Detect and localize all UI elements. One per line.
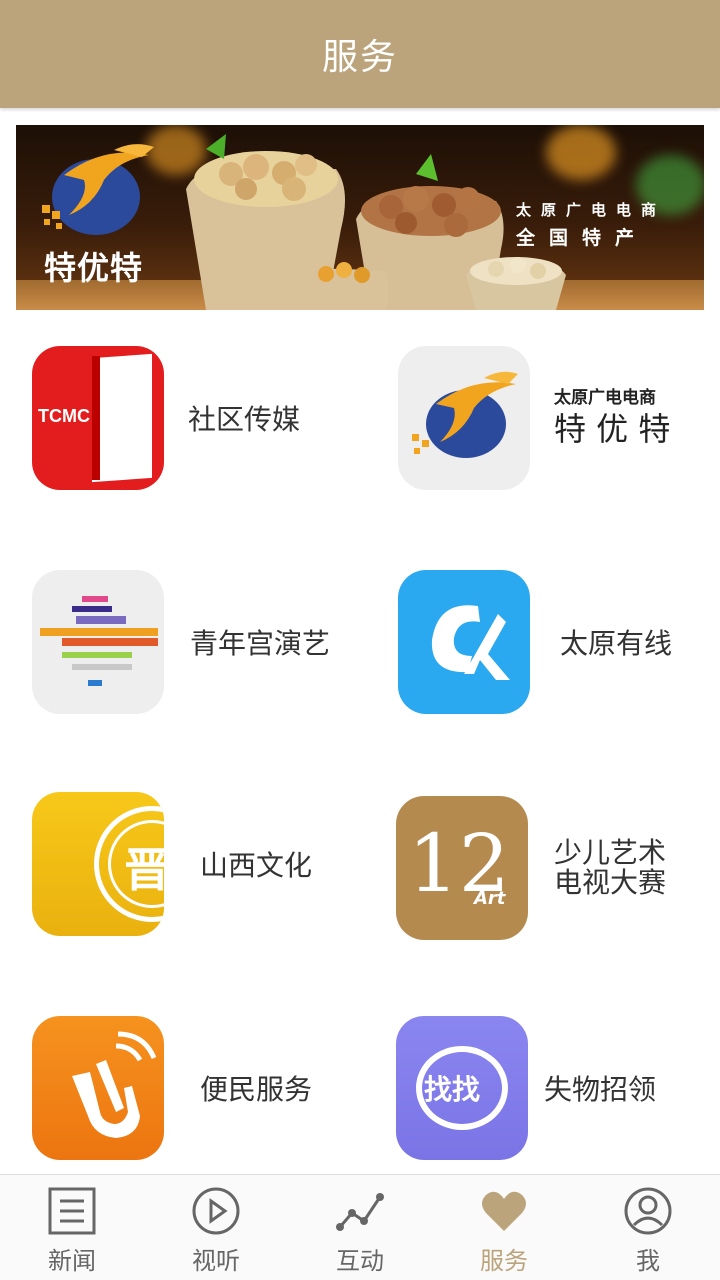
service-label: 社区传媒 — [188, 403, 301, 436]
tab-me[interactable]: 我 — [576, 1175, 720, 1280]
service-taiyuan-cable[interactable]: 太原有线 — [398, 570, 672, 714]
service-label-line1: 少儿艺术 — [554, 836, 667, 869]
service-convenience[interactable]: 便民服务 — [32, 1016, 312, 1160]
tab-label: 我 — [636, 1247, 660, 1275]
banner-subtitle: 太原广电电商 — [516, 201, 667, 219]
service-shanxi-culture[interactable]: 晋 山西文化 — [32, 792, 312, 936]
service-label: 便民服务 — [200, 1073, 313, 1106]
bottom-tab-bar: 新闻 视听 互动 服务 我 — [0, 1174, 720, 1280]
service-sublabel: 太原广电电商 — [554, 388, 656, 408]
service-label-line2: 电视大赛 — [554, 866, 667, 899]
tab-label: 视听 — [192, 1247, 240, 1275]
tab-news[interactable]: 新闻 — [0, 1175, 144, 1280]
news-icon — [48, 1187, 96, 1235]
lost-found-icon: 找找 — [396, 1016, 528, 1160]
service-community-media[interactable]: TCMC 社区传媒 — [32, 346, 300, 490]
service-label: 青年宫演艺 — [190, 627, 331, 660]
tab-label: 新闻 — [48, 1247, 96, 1275]
play-icon — [192, 1187, 240, 1235]
service-label: 失物招领 — [544, 1073, 657, 1106]
banner-logo-text: 特优特 — [44, 249, 144, 287]
light-glow — [546, 125, 616, 180]
tab-label: 服务 — [480, 1247, 528, 1275]
service-youth-palace[interactable]: 青年宫演艺 — [32, 570, 330, 714]
page-title: 服务 — [321, 37, 398, 78]
youth-palace-icon — [32, 570, 164, 714]
pistachio-sack-image — [466, 257, 566, 310]
teyoute-icon — [398, 346, 530, 490]
service-label: 特 优 特 — [554, 410, 671, 448]
service-label: 太原有线 — [560, 627, 673, 660]
top-bar: 服务 — [0, 0, 720, 108]
tab-label: 互动 — [336, 1247, 384, 1275]
banner-tagline: 全国特产 — [516, 227, 649, 249]
teyoute-logo-icon — [42, 144, 154, 235]
convenience-icon — [32, 1016, 164, 1160]
tab-services[interactable]: 服务 — [432, 1175, 576, 1280]
tab-media[interactable]: 视听 — [144, 1175, 288, 1280]
taiyuan-cable-icon — [398, 570, 530, 714]
heart-icon — [482, 1191, 526, 1231]
promo-banner[interactable]: 特优特 太原广电电商 全国特产 — [16, 125, 704, 310]
service-lost-found[interactable]: 找找 失物招领 — [396, 1016, 656, 1160]
service-kids-art[interactable]: 12 Art 少儿艺术 电视大赛 — [396, 796, 666, 940]
service-label-group: 少儿艺术 电视大赛 — [554, 838, 666, 898]
service-label: 山西文化 — [200, 849, 313, 882]
interact-icon — [336, 1193, 384, 1231]
tcmc-icon: TCMC — [32, 346, 164, 490]
tab-interact[interactable]: 互动 — [288, 1175, 432, 1280]
service-teyoute[interactable]: 太原广电电商 特 优 特 — [398, 346, 670, 490]
service-label-group: 太原广电电商 特 优 特 — [554, 387, 670, 449]
kids-art-icon: 12 Art — [396, 796, 528, 940]
shanxi-culture-icon: 晋 — [32, 792, 164, 936]
user-icon — [624, 1187, 672, 1235]
